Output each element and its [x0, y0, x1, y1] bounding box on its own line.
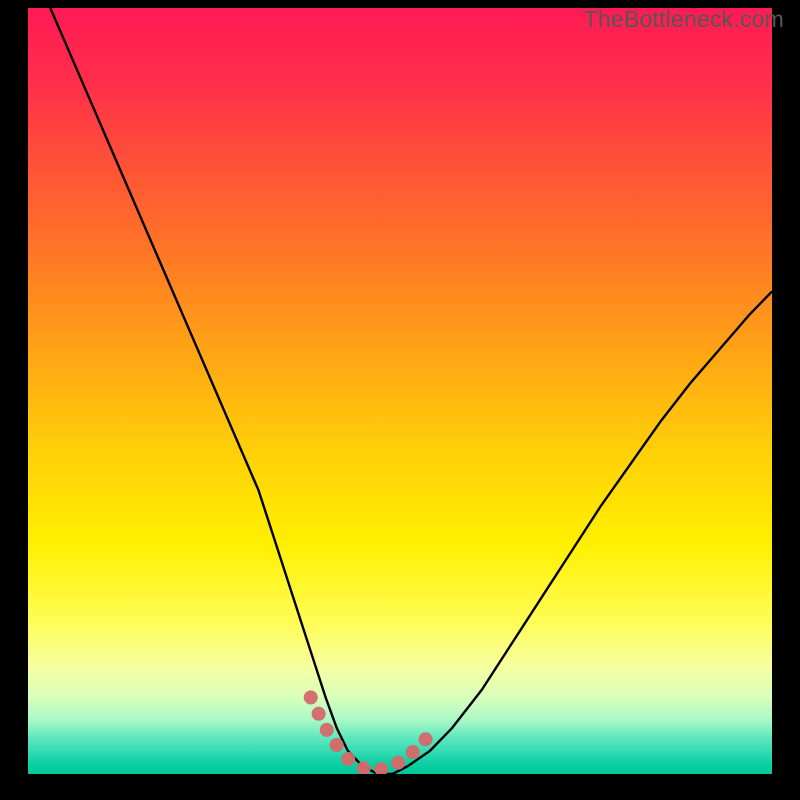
watermark-text: TheBottleneck.com: [584, 6, 784, 33]
chart-frame: TheBottleneck.com: [0, 0, 800, 800]
background-gradient: [28, 8, 772, 774]
plot-area: [28, 8, 772, 774]
